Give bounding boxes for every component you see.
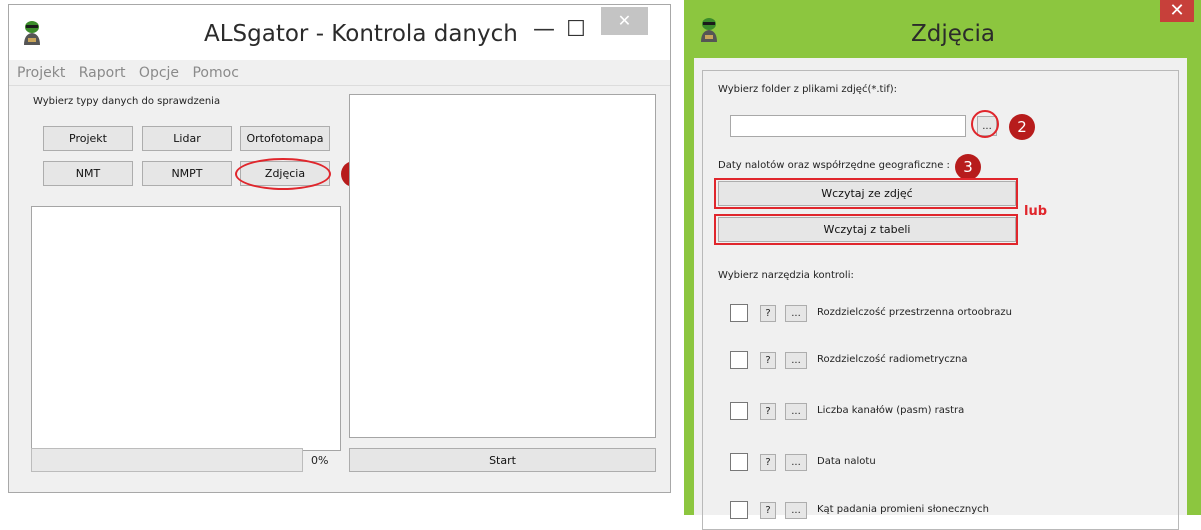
tool-row: ? ... Rozdzielczość radiometryczna <box>730 350 1170 372</box>
output-panel[interactable] <box>349 94 656 438</box>
tool-help-button[interactable]: ? <box>760 454 776 471</box>
load-from-table-highlight <box>714 214 1018 245</box>
data-list-panel[interactable] <box>31 206 341 451</box>
menu-item-projekt[interactable]: Projekt <box>17 65 65 81</box>
tool-help-button[interactable]: ? <box>760 305 776 322</box>
tool-checkbox[interactable] <box>730 453 748 471</box>
tool-checkbox[interactable] <box>730 402 748 420</box>
tool-row: ? ... Data nalotu <box>730 452 1170 474</box>
dates-label: Daty nalotów oraz współrzędne geograficz… <box>718 160 950 171</box>
tool-checkbox[interactable] <box>730 351 748 369</box>
tool-settings-button[interactable]: ... <box>785 352 807 369</box>
tool-help-button[interactable]: ? <box>760 352 776 369</box>
folder-path-input[interactable] <box>730 115 966 137</box>
tool-label: Rozdzielczość przestrzenna ortoobrazu <box>817 307 1012 318</box>
tool-label: Rozdzielczość radiometryczna <box>817 354 968 365</box>
photos-content: Wybierz folder z plikami zdjęć(*.tif): .… <box>694 58 1187 530</box>
tool-label: Kąt padania promieni słonecznych <box>817 504 989 515</box>
minimize-icon[interactable]: — <box>531 16 557 44</box>
menu-bar: Projekt Raport Opcje Pomoc <box>17 65 248 81</box>
tool-row: ? ... Kąt padania promieni słonecznych <box>730 500 1170 522</box>
folder-label: Wybierz folder z plikami zdjęć(*.tif): <box>718 84 898 95</box>
title-bar[interactable]: ALSgator - Kontrola danych — ☐ ✕ <box>9 5 670 60</box>
tool-settings-button[interactable]: ... <box>785 454 807 471</box>
progress-bar <box>31 448 303 472</box>
tool-row: ? ... Rozdzielczość przestrzenna ortoobr… <box>730 303 1170 325</box>
tool-help-button[interactable]: ? <box>760 502 776 519</box>
menu-item-opcje[interactable]: Opcje <box>139 65 179 81</box>
tool-checkbox[interactable] <box>730 304 748 322</box>
photos-close-icon[interactable]: ✕ <box>1160 0 1194 22</box>
load-from-photos-highlight <box>714 178 1018 209</box>
maximize-icon[interactable]: ☐ <box>563 16 589 44</box>
main-window: ALSgator - Kontrola danych — ☐ ✕ Projekt… <box>8 4 671 493</box>
data-types-label: Wybierz typy danych do sprawdzenia <box>33 96 221 107</box>
photos-title-bar[interactable]: Zdjęcia ✕ <box>684 0 1201 58</box>
projekt-button[interactable]: Projekt <box>43 126 133 151</box>
nmpt-button[interactable]: NMPT <box>142 161 232 186</box>
ortofotomapa-button[interactable]: Ortofotomapa <box>240 126 330 151</box>
or-label: lub <box>1024 204 1048 219</box>
photos-window: Zdjęcia ✕ Wybierz folder z plikami zdjęć… <box>684 0 1201 530</box>
tool-settings-button[interactable]: ... <box>785 403 807 420</box>
tool-label: Data nalotu <box>817 456 876 467</box>
window-title: ALSgator - Kontrola danych <box>204 21 518 47</box>
photos-window-title: Zdjęcia <box>911 21 996 47</box>
start-button[interactable]: Start <box>349 448 656 472</box>
zdjecia-highlight <box>235 158 331 190</box>
step-badge-2: 2 <box>1009 114 1035 140</box>
tool-checkbox[interactable] <box>730 501 748 519</box>
tool-row: ? ... Liczba kanałów (pasm) rastra <box>730 401 1170 423</box>
browse-highlight <box>971 110 999 138</box>
lidar-button[interactable]: Lidar <box>142 126 232 151</box>
app-icon <box>24 21 40 45</box>
menu-item-pomoc[interactable]: Pomoc <box>192 65 238 81</box>
tool-help-button[interactable]: ? <box>760 403 776 420</box>
photos-app-icon <box>701 18 717 42</box>
tools-label: Wybierz narzędzia kontroli: <box>718 270 854 281</box>
progress-percent: 0% <box>311 454 329 467</box>
menu-divider <box>9 85 670 86</box>
tool-label: Liczba kanałów (pasm) rastra <box>817 405 965 416</box>
menu-item-raport[interactable]: Raport <box>79 65 126 81</box>
step-badge-3: 3 <box>955 154 981 180</box>
nmt-button[interactable]: NMT <box>43 161 133 186</box>
close-icon[interactable]: ✕ <box>601 7 648 35</box>
tool-settings-button[interactable]: ... <box>785 502 807 519</box>
tool-settings-button[interactable]: ... <box>785 305 807 322</box>
